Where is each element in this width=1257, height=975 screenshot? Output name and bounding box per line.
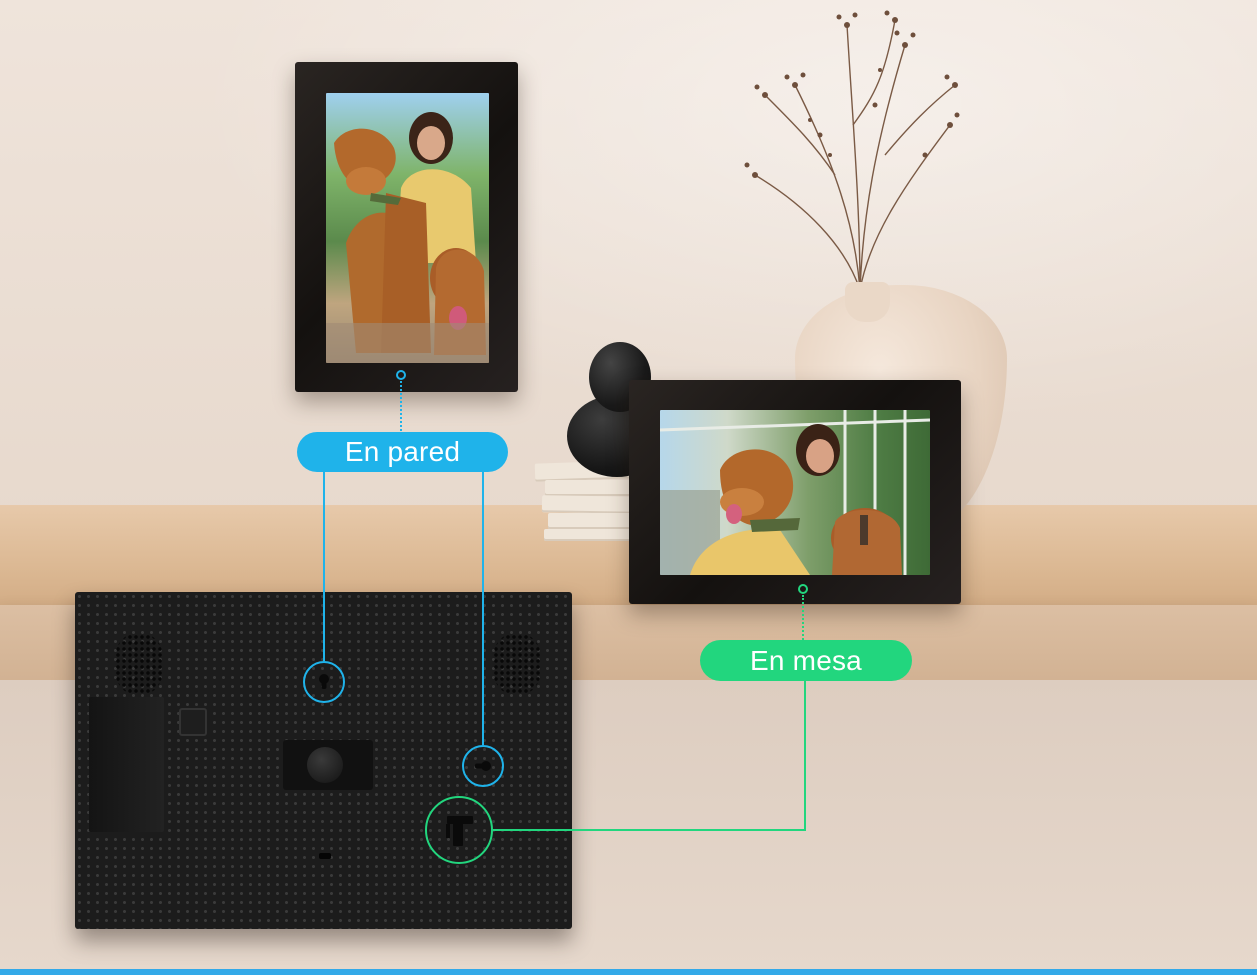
right-speaker-grille	[493, 634, 541, 694]
frame-screen-portrait	[326, 93, 489, 363]
stand-slot-callout	[425, 796, 493, 864]
bottom-accent-line	[0, 969, 1257, 975]
reset-slot	[319, 853, 331, 859]
book	[548, 513, 636, 529]
keyhole-icon	[475, 761, 491, 771]
side-port-panel	[89, 697, 164, 832]
digital-frame-wall	[295, 62, 518, 392]
frame-screen-landscape	[660, 410, 930, 575]
table-dotted-connector	[802, 595, 804, 640]
table-connector-horizontal	[493, 829, 806, 831]
dogs-and-woman-photo	[660, 410, 930, 575]
table-connector-vertical	[804, 681, 806, 831]
table-frame-marker	[798, 584, 808, 594]
wall-dotted-connector	[400, 381, 402, 431]
book	[541, 495, 639, 514]
digital-frame-table	[629, 380, 961, 604]
wall-connector-left	[323, 472, 325, 661]
stand-slot-icon	[446, 816, 473, 846]
wall-frame-marker	[396, 370, 406, 380]
keyhole-callout-side	[462, 745, 504, 787]
dried-branches-decoration	[744, 10, 960, 290]
vase-neck	[845, 282, 890, 322]
wall-connector-right	[482, 472, 484, 745]
keyhole-icon	[319, 674, 329, 689]
table-stand-label: En mesa	[700, 640, 912, 681]
book	[544, 529, 636, 541]
keyhole-callout-top	[303, 661, 345, 703]
wall-mount-label: En pared	[297, 432, 508, 472]
dogs-and-woman-photo	[326, 112, 489, 363]
product-scene: En pared En mesa	[0, 0, 1257, 975]
book	[545, 480, 637, 496]
stand-knob	[307, 747, 343, 783]
left-speaker-grille	[115, 634, 163, 694]
power-button[interactable]	[179, 708, 207, 736]
